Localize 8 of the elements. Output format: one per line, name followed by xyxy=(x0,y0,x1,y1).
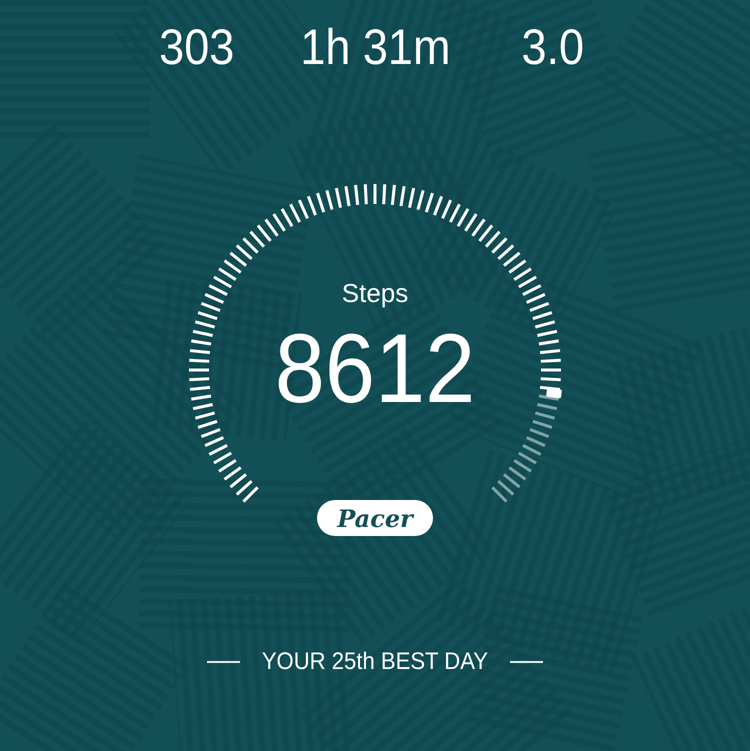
pacer-logo: Pacer xyxy=(317,500,433,536)
steps-label: Steps xyxy=(342,277,408,309)
best-day-text: YOUR 25th BEST DAY xyxy=(262,647,488,677)
stat-value: 1h 31m xyxy=(300,20,450,74)
stat-value: 303 xyxy=(159,20,235,74)
steps-count: 8612 xyxy=(274,312,476,424)
progress-marker xyxy=(546,388,562,399)
stat-value: 3.0 xyxy=(522,20,584,74)
